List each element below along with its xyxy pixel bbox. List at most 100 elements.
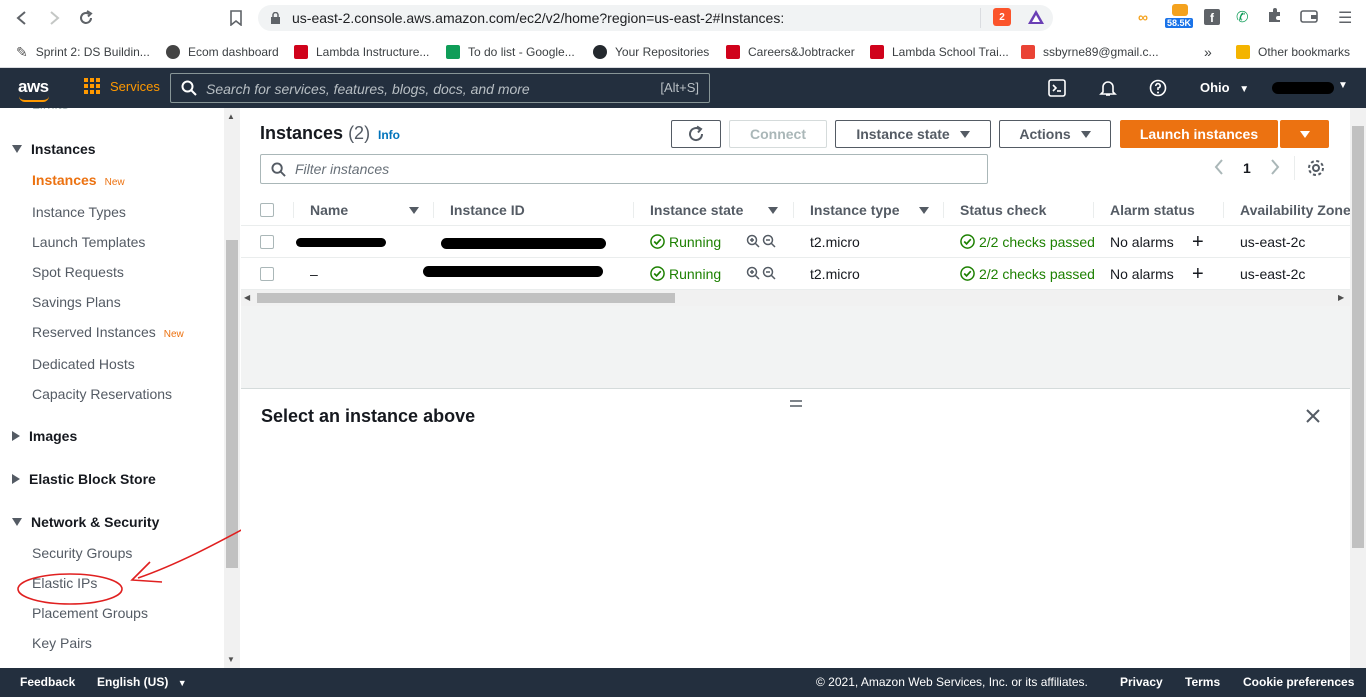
zoom-in-icon[interactable] <box>746 266 760 283</box>
cookie-preferences-link[interactable]: Cookie preferences <box>1243 675 1354 689</box>
account-chevron-icon[interactable]: ▼ <box>1338 80 1348 91</box>
counter-ext-icon <box>1172 4 1188 16</box>
sort-caret-icon[interactable] <box>768 207 778 214</box>
add-alarm-icon[interactable]: + <box>1192 263 1204 286</box>
terms-link[interactable]: Terms <box>1185 675 1220 689</box>
table-scrollbar-thumb[interactable] <box>257 293 675 303</box>
launch-options-button[interactable] <box>1280 120 1329 148</box>
reload-icon[interactable] <box>74 6 98 30</box>
filter-instances-input[interactable]: Filter instances <box>260 154 988 184</box>
address-bar[interactable]: us-east-2.console.aws.amazon.com/ec2/v2/… <box>258 5 1053 31</box>
alarm-status: No alarms <box>1110 266 1174 282</box>
row-checkbox[interactable] <box>260 235 274 249</box>
region-selector[interactable]: Ohio ▼ <box>1200 80 1249 95</box>
bookmark-item[interactable]: ssbyrne89@gmail.c... <box>1021 42 1159 62</box>
sidebar-item-key-pairs[interactable]: Key Pairs <box>32 635 92 651</box>
main-scrollbar-thumb[interactable] <box>1352 126 1364 548</box>
account-name-redacted[interactable] <box>1272 82 1334 94</box>
instance-state-button[interactable]: Instance state <box>835 120 991 148</box>
next-page-icon[interactable] <box>1269 158 1281 179</box>
scroll-left-icon[interactable]: ◀ <box>244 293 250 302</box>
scroll-right-icon[interactable]: ▶ <box>1338 293 1344 302</box>
extensions-puzzle-icon[interactable] <box>1267 7 1283 26</box>
forward-icon[interactable] <box>42 6 66 30</box>
column-header-instance-state[interactable]: Instance state <box>650 202 743 218</box>
column-header-availability-zone[interactable]: Availability Zone <box>1240 202 1351 218</box>
status-check[interactable]: 2/2 checks passed <box>960 234 1095 250</box>
cloudshell-icon[interactable] <box>1047 78 1067 98</box>
table-row[interactable]: Running t2.micro 2/2 checks passed No al… <box>241 226 1350 258</box>
sort-caret-icon[interactable] <box>409 207 419 214</box>
table-row[interactable]: – Running t2.micro 2/2 checks passed No … <box>241 258 1350 290</box>
bookmark-star-icon[interactable] <box>224 6 248 30</box>
sidebar-section-instances[interactable]: Instances <box>12 141 96 157</box>
column-header-status-check[interactable]: Status check <box>960 202 1046 218</box>
close-icon[interactable] <box>1305 404 1321 430</box>
help-icon[interactable] <box>1148 78 1168 98</box>
actions-button[interactable]: Actions <box>999 120 1111 148</box>
bookmark-item[interactable]: Careers&Jobtracker <box>726 42 855 62</box>
connect-button[interactable]: Connect <box>729 120 827 148</box>
phone-ext-icon[interactable]: ✆ <box>1236 8 1249 26</box>
status-check[interactable]: 2/2 checks passed <box>960 266 1095 282</box>
column-header-instance-id[interactable]: Instance ID <box>450 202 525 218</box>
sidebar-item-instance-types[interactable]: Instance Types <box>32 204 126 220</box>
bookmark-item[interactable]: Ecom dashboard <box>166 42 279 62</box>
sidebar-section-images[interactable]: Images <box>12 428 77 444</box>
counter-extension[interactable]: 58.5K <box>1165 4 1195 30</box>
zoom-out-icon[interactable] <box>762 234 776 251</box>
sidebar-item-launch-templates[interactable]: Launch Templates <box>32 234 145 250</box>
sidebar-item-instances[interactable]: Instances New <box>32 172 125 188</box>
privacy-link[interactable]: Privacy <box>1120 675 1163 689</box>
prev-page-icon[interactable] <box>1213 158 1225 179</box>
row-checkbox[interactable] <box>260 267 274 281</box>
column-header-name[interactable]: Name <box>310 202 348 218</box>
feedback-link[interactable]: Feedback <box>20 675 75 689</box>
back-icon[interactable] <box>10 6 34 30</box>
brave-shield-icon[interactable]: 2 <box>993 8 1011 26</box>
add-alarm-icon[interactable]: + <box>1192 231 1204 254</box>
state-text: Running <box>669 266 722 282</box>
language-selector[interactable]: English (US) ▼ <box>97 675 187 689</box>
sidebar-item-reserved-instances[interactable]: Reserved Instances New <box>32 324 184 340</box>
page-number[interactable]: 1 <box>1243 160 1251 176</box>
facebook-icon[interactable]: f <box>1204 9 1220 25</box>
bookmark-item[interactable]: Your Repositories <box>593 42 709 62</box>
bookmark-item[interactable]: Lambda Instructure... <box>294 42 429 62</box>
aws-search-input[interactable]: Search for services, features, blogs, do… <box>170 73 710 103</box>
bookmark-item[interactable]: Lambda School Trai... <box>870 42 1009 62</box>
sidebar-item-spot-requests[interactable]: Spot Requests <box>32 264 124 280</box>
services-menu-button[interactable]: Services <box>84 78 160 94</box>
info-link[interactable]: Info <box>378 128 400 142</box>
bookmark-item[interactable]: To do list - Google... <box>446 42 575 62</box>
sidebar-section-elastic-block-store[interactable]: Elastic Block Store <box>12 471 156 487</box>
language-label: English (US) <box>97 675 169 689</box>
split-handle-icon[interactable] <box>789 395 803 413</box>
search-icon <box>271 162 286 180</box>
sidebar-item-savings-plans[interactable]: Savings Plans <box>32 294 121 310</box>
bookmark-item[interactable]: ✎ Sprint 2: DS Buildin... <box>16 42 150 62</box>
caret-down-icon <box>1080 130 1091 138</box>
bell-icon[interactable] <box>1098 78 1118 98</box>
launch-instances-button[interactable]: Launch instances <box>1120 120 1278 148</box>
column-header-alarm-status[interactable]: Alarm status <box>1110 202 1195 218</box>
browser-menu-icon[interactable]: ☰ <box>1338 8 1352 28</box>
zoom-in-icon[interactable] <box>746 234 760 251</box>
select-all-checkbox[interactable] <box>260 203 274 217</box>
settings-gear-icon[interactable] <box>1307 159 1325 180</box>
other-bookmarks[interactable]: Other bookmarks <box>1236 42 1350 62</box>
brave-rewards-icon[interactable] <box>1027 8 1045 29</box>
sort-caret-icon[interactable] <box>919 207 929 214</box>
sidebar-item-dedicated-hosts[interactable]: Dedicated Hosts <box>32 356 135 372</box>
scroll-down-icon[interactable]: ▼ <box>227 655 235 664</box>
refresh-button[interactable] <box>671 120 721 148</box>
column-header-instance-type[interactable]: Instance type <box>810 202 899 218</box>
zoom-out-icon[interactable] <box>762 266 776 283</box>
infinity-ext-icon[interactable]: ∞ <box>1138 9 1148 25</box>
scroll-up-icon[interactable]: ▲ <box>227 112 235 121</box>
wallet-icon[interactable] <box>1300 9 1318 27</box>
aws-logo[interactable]: aws <box>18 77 49 97</box>
caret-down-icon <box>12 145 22 153</box>
more-bookmarks-button[interactable]: » <box>1204 42 1212 62</box>
sidebar-item-capacity-reservations[interactable]: Capacity Reservations <box>32 386 172 402</box>
